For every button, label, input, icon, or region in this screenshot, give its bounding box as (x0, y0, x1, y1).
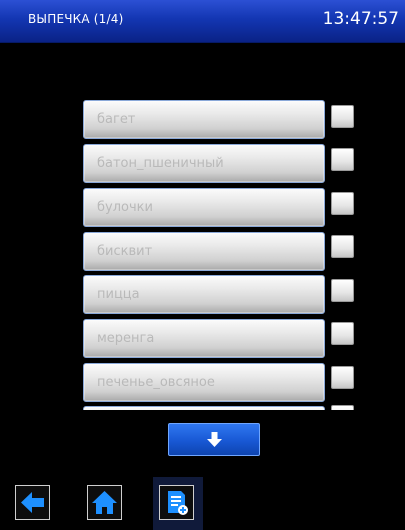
list-item-checkbox[interactable] (331, 105, 354, 128)
add-document-button[interactable] (159, 485, 194, 520)
back-button[interactable] (15, 485, 50, 520)
list-item-label: печенье_овсяное (97, 375, 215, 390)
list-item-checkbox[interactable] (331, 148, 354, 171)
list-item[interactable]: меренга (83, 319, 325, 358)
home-icon (92, 491, 117, 514)
arrow-down-icon (207, 432, 222, 447)
clock: 13:47:57 (322, 9, 399, 29)
list-item-label: булочки (97, 200, 153, 215)
item-list: багет батон_пшеничный булочки бисквит пи… (0, 100, 405, 410)
list-item[interactable]: бисквит (83, 232, 325, 271)
list-item-checkbox[interactable] (331, 235, 354, 258)
title-bar: ВЫПЕЧКА (1/4) 13:47:57 (0, 0, 405, 43)
list-item[interactable]: булочки (83, 188, 325, 227)
list-item[interactable]: багет (83, 100, 325, 139)
list-item-checkbox[interactable] (331, 192, 354, 215)
list-item[interactable]: батон_пшеничный (83, 144, 325, 183)
list-item-label: пицца (97, 287, 140, 302)
list-item-label: меренга (97, 331, 155, 346)
home-button[interactable] (87, 485, 122, 520)
list-item[interactable]: пицца (83, 275, 325, 314)
list-item-checkbox[interactable] (331, 405, 354, 410)
list-item-checkbox[interactable] (331, 366, 354, 389)
list-item-label: батон_пшеничный (97, 156, 224, 171)
scroll-down-button[interactable] (168, 423, 260, 456)
arrow-left-icon (21, 492, 44, 513)
list-item[interactable] (83, 406, 325, 410)
screen-title: ВЫПЕЧКА (1/4) (28, 12, 124, 26)
document-add-icon (168, 491, 188, 515)
list-item-checkbox[interactable] (331, 279, 354, 302)
list-item-checkbox[interactable] (331, 322, 354, 345)
list-item-label: багет (97, 112, 136, 127)
list-item[interactable]: печенье_овсяное (83, 363, 325, 402)
list-item-label: бисквит (97, 244, 153, 259)
